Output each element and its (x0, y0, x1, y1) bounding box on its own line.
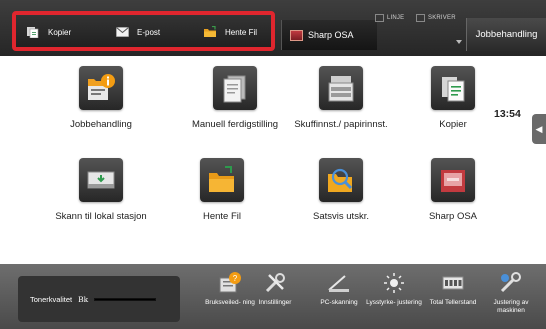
folder-icon (204, 26, 216, 37)
brightness-icon (366, 269, 422, 297)
shortcut-area: Kopier E-post Hente Fil (12, 11, 275, 51)
app-skuffinnst[interactable]: Skuffinnst./ papirinnst. (281, 66, 401, 130)
home-screen: 13:54 ◀ Jobbehandling Manuell ferdigstil… (0, 56, 546, 308)
app-label: Hente Fil (202, 211, 241, 222)
tool-justering-av-maskinen[interactable]: Justering av maskinen (483, 269, 539, 315)
shortcut-hente-fil[interactable]: Hente Fil (203, 25, 257, 39)
line-indicator-lamp (375, 14, 384, 22)
app-label: Satsvis utskr. (313, 211, 369, 222)
bottom-bar: Tonerkvalitet Bk ? Bruksveiled- ning Inn… (0, 264, 546, 329)
toner-color-label: Bk (78, 294, 89, 304)
batch-print-icon (319, 158, 363, 202)
shortcut-label: Hente Fil (225, 27, 258, 37)
pc-scan-icon (311, 269, 367, 297)
toner-label: Tonerkvalitet (30, 294, 73, 304)
app-label: Skann til lokal stasjon (55, 211, 147, 222)
tool-innstillinger[interactable]: Innstillinger (247, 269, 303, 307)
counter-icon (425, 269, 481, 297)
tool-label: Lysstyrke- justering (366, 299, 422, 306)
sharp-osa-icon (431, 158, 475, 202)
copier-icon (27, 27, 39, 38)
dropdown-marker-icon (456, 40, 462, 44)
job-status-tab[interactable]: Jobbehandling (466, 18, 546, 51)
tools-icon (247, 269, 303, 297)
shortcut-kopier[interactable]: Kopier (26, 25, 71, 39)
svg-text:?: ? (233, 274, 238, 283)
app-kopier[interactable]: Kopier (393, 66, 513, 130)
app-label: Jobbehandling (70, 119, 132, 130)
shortcut-label: E-post (137, 27, 161, 37)
tool-total-tellerstand[interactable]: Total Tellerstand (425, 269, 481, 307)
tray-settings-icon (319, 66, 363, 110)
line-indicator: LINJE (375, 14, 404, 22)
app-jobbehandling[interactable]: Jobbehandling (41, 66, 161, 130)
envelope-icon (116, 27, 129, 37)
tool-label: Justering av maskinen (493, 299, 529, 314)
toner-quantity-panel: Tonerkvalitet Bk (18, 276, 180, 322)
sharp-osa-icon (290, 29, 303, 41)
machine-adjust-icon (483, 269, 539, 297)
app-hente-fil[interactable]: Hente Fil (162, 158, 282, 222)
app-label: Manuell ferdigstilling (191, 119, 279, 130)
app-satsvis-utskr[interactable]: Satsvis utskr. (281, 158, 401, 222)
shortcut-epost[interactable]: E-post (116, 25, 160, 39)
line-indicator-label: LINJE (387, 15, 405, 21)
tool-pc-skanning[interactable]: PC-skanning (311, 269, 367, 307)
tool-label: Total Tellerstand (429, 299, 477, 306)
side-panel-toggle[interactable]: ◀ (532, 114, 546, 144)
chevron-left-icon: ◀ (535, 123, 543, 134)
app-label: Sharp OSA (428, 211, 478, 222)
printer-indicator: SKRIVER (416, 14, 456, 22)
printer-indicator-lamp (416, 14, 425, 22)
app-label: Skuffinnst./ papirinnst. (294, 119, 388, 130)
top-bar: Kopier E-post Hente Fil Sharp OSA LINJE … (0, 0, 546, 56)
app-manuell-ferdigstilling[interactable]: Manuell ferdigstilling (175, 66, 295, 130)
scan-to-local-icon (79, 158, 123, 202)
app-label: Kopier (439, 119, 467, 130)
sharp-osa-label: Sharp OSA (308, 30, 354, 40)
job-status-tab-label: Jobbehandling (475, 29, 538, 40)
retrieve-file-icon (200, 158, 244, 202)
sharp-osa-tab[interactable]: Sharp OSA (281, 20, 377, 50)
tool-lysstyrkejustering[interactable]: Lysstyrke- justering (366, 269, 422, 307)
tool-label: PC-skanning (320, 299, 358, 306)
tool-label: Innstillinger (258, 299, 292, 306)
copy-icon (431, 66, 475, 110)
job-status-icon (79, 66, 123, 110)
printer-indicator-label: SKRIVER (428, 15, 456, 21)
toner-level-bar (94, 297, 157, 301)
app-sharp-osa[interactable]: Sharp OSA (393, 158, 513, 222)
app-skann-til-lokal-stasjon[interactable]: Skann til lokal stasjon (41, 158, 161, 222)
finishing-icon (213, 66, 257, 110)
shortcut-label: Kopier (48, 27, 72, 37)
